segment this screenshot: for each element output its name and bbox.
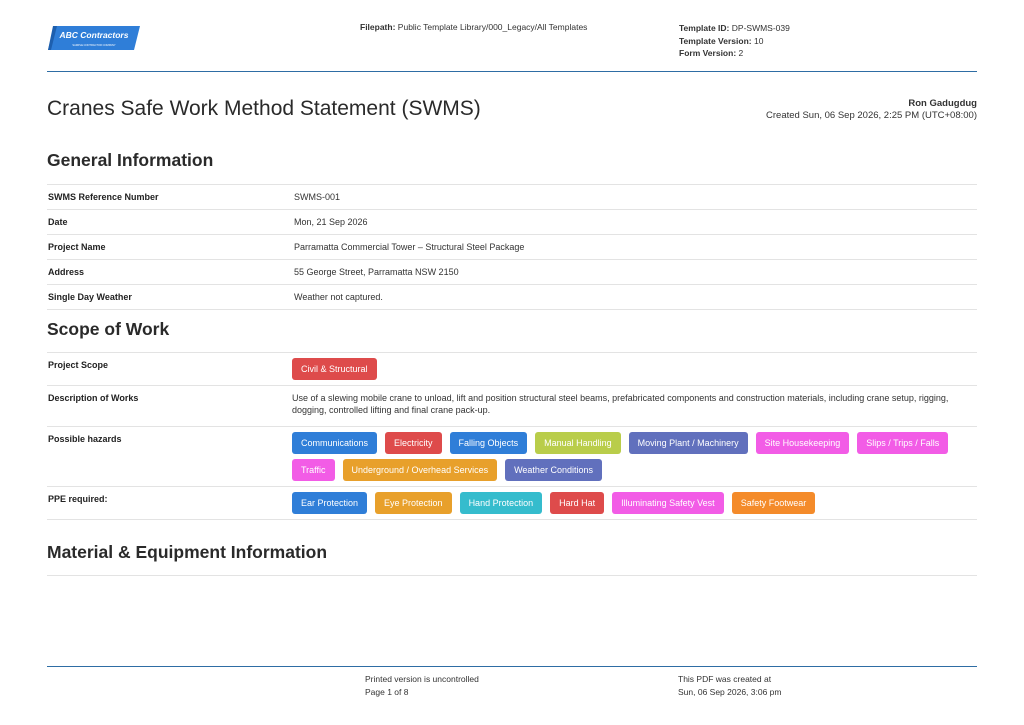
field-label: Address <box>48 267 85 277</box>
tag-badge: Weather Conditions <box>505 459 602 481</box>
project-scope-tags: Civil & Structural <box>292 353 977 385</box>
field-label: Project Name <box>48 242 106 252</box>
template-version-label: Template Version: <box>679 35 752 46</box>
author-name: Ron Gadugdug <box>908 98 977 109</box>
tag-badge: Eye Protection <box>375 492 452 514</box>
tag-badge: Civil & Structural <box>292 358 377 380</box>
tag-badge: Electricity <box>385 432 442 454</box>
tag-badge: Traffic <box>292 459 335 481</box>
document-title: Cranes Safe Work Method Statement (SWMS) <box>47 97 481 120</box>
ppe-tags: Ear Protection Eye Protection Hand Protect… <box>292 487 977 519</box>
description-value: Use of a slewing mobile crane to unload,… <box>292 393 949 415</box>
tag-badge: Site Housekeeping <box>755 432 850 454</box>
field-label: Single Day Weather <box>48 292 132 302</box>
tag-badge: Hand Protection <box>459 492 543 514</box>
logo-text: ABC Contractors <box>59 30 129 40</box>
scope-table: Project Scope Civil & Structural Descrip… <box>47 352 977 520</box>
table-row: Single Day Weather Weather not captured. <box>47 284 977 310</box>
template-id-value: DP-SWMS-039 <box>731 23 790 33</box>
general-info-table: SWMS Reference Number SWMS-001 Date Mon, 21… <box>47 184 977 310</box>
ppe-label: PPE required: <box>48 494 108 504</box>
tag-badge: Underground / Overhead Services <box>342 459 498 481</box>
footer-pdf-info: This PDF was created at Sun, 06 Sep 2026… <box>678 673 782 698</box>
tag-badge: Manual Handling <box>535 432 621 454</box>
table-row: Date Mon, 21 Sep 2026 <box>47 209 977 235</box>
field-label: SWMS Reference Number <box>48 192 159 202</box>
uncontrolled-note: Printed version is uncontrolled <box>365 674 479 684</box>
tag-badge: Ear Protection <box>292 492 368 514</box>
table-row: Description of Works Use of a slewing mo… <box>47 385 977 427</box>
header-divider <box>47 71 977 72</box>
footer-print-info: Printed version is uncontrolled Page 1 o… <box>365 673 479 698</box>
filepath-label: Filepath: <box>360 22 396 32</box>
template-id-label: Template ID: <box>679 23 730 33</box>
field-value: Mon, 21 Sep 2026 <box>294 217 368 227</box>
field-value: Parramatta Commercial Tower – Structural… <box>294 242 525 252</box>
table-row: Possible hazards Communications Electrici… <box>47 426 977 487</box>
section-title-material: Material & Equipment Information <box>47 542 328 562</box>
tag-badge: Moving Plant / Machinery <box>628 432 748 454</box>
filepath-value: Public Template Library/000_Legacy/All T… <box>397 22 588 32</box>
hazards-label: Possible hazards <box>48 434 122 444</box>
description-label: Description of Works <box>48 393 139 403</box>
tag-badge: Slips / Trips / Falls <box>857 432 949 454</box>
section-title-scope: Scope of Work <box>47 319 170 339</box>
logo-subtext: SAMPLE CONTRACTOR COMPANY <box>72 43 115 47</box>
project-scope-label: Project Scope <box>48 360 109 370</box>
table-row: Project Name Parramatta Commercial Tower … <box>47 234 977 260</box>
field-value: SWMS-001 <box>294 192 341 202</box>
field-value: 55 George Street, Parramatta NSW 2150 <box>294 267 459 277</box>
pdf-created-value: Sun, 06 Sep 2026, 3:06 pm <box>678 686 782 697</box>
material-divider <box>47 575 977 576</box>
created-timestamp: Created Sun, 06 Sep 2026, 2:25 PM (UTC+0… <box>766 110 977 121</box>
template-version-value: 10 <box>753 35 764 46</box>
section-title-general: General Information <box>47 150 214 170</box>
footer-divider <box>47 666 977 667</box>
table-row: Project Scope Civil & Structural <box>47 352 977 386</box>
form-version-label: Form Version: <box>679 48 737 58</box>
document-page: ABC Contractors SAMPLE CONTRACTOR COMPAN… <box>0 0 1024 725</box>
table-row: Address 55 George Street, Parramatta NSW … <box>47 259 977 285</box>
company-logo: ABC Contractors SAMPLE CONTRACTOR COMPAN… <box>48 26 140 50</box>
filepath: Filepath: Public Template Library/000_Le… <box>360 22 587 32</box>
hazard-tags: Communications Electricity Falling Objects… <box>292 427 977 486</box>
page-number: Page 1 of 8 <box>365 686 409 697</box>
tag-badge: Communications <box>292 432 378 454</box>
field-value: Weather not captured. <box>294 292 383 302</box>
tag-badge: Hard Hat <box>550 492 605 514</box>
tag-badge: Illuminating Safety Vest <box>612 492 724 514</box>
template-info: Template ID: DP-SWMS-039 Template Versio… <box>679 22 790 60</box>
tag-badge: Safety Footwear <box>731 492 816 514</box>
pdf-created-label: This PDF was created at <box>678 674 772 684</box>
table-row: SWMS Reference Number SWMS-001 <box>47 184 977 210</box>
field-label: Date <box>48 217 68 227</box>
tag-badge: Falling Objects <box>449 432 528 454</box>
author-block: Ron Gadugdug Created Sun, 06 Sep 2026, 2… <box>766 98 977 122</box>
table-row: PPE required: Ear Protection Eye Protecti… <box>47 486 977 520</box>
form-version-value: 2 <box>738 48 744 58</box>
